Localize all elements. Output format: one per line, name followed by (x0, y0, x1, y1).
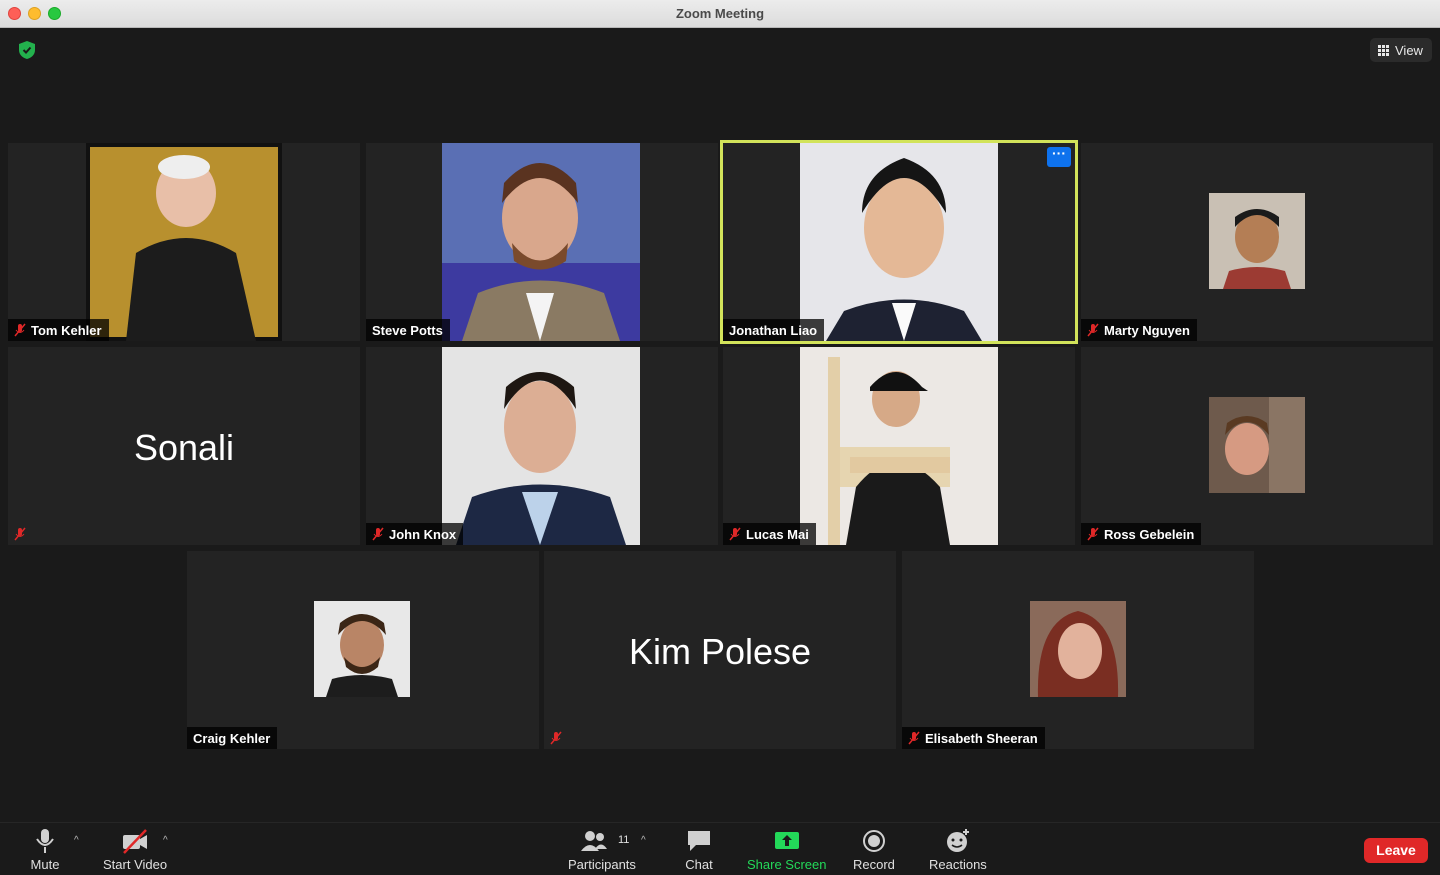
view-button[interactable]: View (1370, 38, 1432, 62)
name-tag: Ross Gebelein (1081, 523, 1202, 545)
audio-options-caret[interactable]: ^ (74, 835, 79, 846)
participant-photo (442, 347, 640, 545)
muted-mic-icon (1087, 527, 1099, 541)
participant-tile[interactable]: Elisabeth Sheeran (902, 551, 1254, 749)
encryption-shield-icon[interactable] (19, 41, 35, 59)
record-icon (862, 830, 885, 852)
record-button[interactable]: Record (853, 827, 895, 872)
muted-mic-icon (14, 323, 26, 337)
start-video-button[interactable]: Start Video (103, 827, 167, 872)
participant-display-name: Kim Polese (628, 631, 812, 672)
participant-name: John Knox (389, 526, 457, 542)
participant-tile[interactable]: Sonali (8, 347, 360, 545)
muted-mic-icon (14, 527, 26, 541)
participant-name: Jonathan Liao (729, 322, 818, 338)
emoji-reaction-icon (946, 829, 969, 852)
leave-button[interactable]: Leave (1364, 838, 1428, 863)
participant-tile[interactable]: Marty Nguyen (1081, 143, 1433, 341)
name-tag: Lucas Mai (723, 523, 816, 545)
participant-photo (1030, 601, 1126, 697)
start-video-label: Start Video (103, 857, 168, 872)
share-screen-icon (774, 832, 799, 849)
participant-tile[interactable]: Kim Polese (544, 551, 896, 749)
participant-photo (86, 143, 282, 341)
participant-tile[interactable]: Ross Gebelein (1081, 347, 1433, 545)
participants-label: Participants (568, 857, 636, 872)
grid-view-icon (1378, 44, 1389, 56)
chat-button[interactable]: Chat (684, 827, 714, 872)
title-bar: Zoom Meeting (0, 0, 1440, 28)
participant-name: Elisabeth Sheeran (925, 730, 1038, 746)
muted-mic-icon (729, 527, 741, 541)
participant-tile[interactable]: Craig Kehler (187, 551, 539, 749)
participant-photo (1209, 193, 1305, 289)
name-tag: Marty Nguyen (1081, 319, 1197, 341)
muted-mic-icon (372, 527, 384, 541)
participant-name: Steve Potts (372, 322, 443, 338)
participant-name: Lucas Mai (746, 526, 809, 542)
mute-button[interactable]: Mute (30, 827, 60, 872)
more-options-button[interactable]: ··· (1047, 146, 1071, 167)
name-tag: Tom Kehler (8, 319, 109, 341)
participant-name: Marty Nguyen (1104, 322, 1190, 338)
participants-count: 11 (618, 834, 630, 846)
participant-name: Ross Gebelein (1104, 526, 1195, 542)
participant-photo (442, 143, 640, 341)
participant-photo (800, 143, 998, 341)
participant-photo (1209, 397, 1305, 493)
participants-options-caret[interactable]: ^ (641, 835, 646, 846)
participant-display-name: Sonali (133, 427, 235, 468)
name-tag: Jonathan Liao (723, 319, 825, 341)
share-screen-button[interactable]: Share Screen (747, 827, 827, 872)
microphone-icon (36, 829, 54, 853)
name-tag (544, 727, 569, 749)
participant-tile[interactable]: Tom Kehler (8, 143, 360, 341)
participants-icon (580, 831, 607, 851)
name-tag: Elisabeth Sheeran (902, 727, 1045, 749)
participant-tile[interactable]: Steve Potts (366, 143, 718, 341)
participant-name: Tom Kehler (31, 322, 102, 338)
participant-name: Craig Kehler (193, 730, 271, 746)
name-tag: Steve Potts (366, 319, 450, 341)
participant-photo (800, 347, 998, 545)
name-tag: Craig Kehler (187, 727, 278, 749)
participant-photo (314, 601, 410, 697)
video-off-icon (123, 829, 148, 854)
reactions-label: Reactions (929, 857, 987, 872)
video-options-caret[interactable]: ^ (163, 835, 168, 846)
muted-mic-icon (550, 731, 562, 745)
participant-tile-active-speaker[interactable]: ··· Jonathan Liao (720, 140, 1078, 344)
share-screen-label: Share Screen (747, 857, 827, 872)
mute-label: Mute (30, 857, 60, 872)
participant-tile[interactable]: Lucas Mai (723, 347, 1075, 545)
record-label: Record (853, 857, 895, 872)
muted-mic-icon (908, 731, 920, 745)
meeting-area: View Tom Kehler Steve Potts ··· Jonathan… (0, 28, 1440, 822)
muted-mic-icon (1087, 323, 1099, 337)
chat-label: Chat (685, 857, 713, 872)
participant-tile[interactable]: John Knox (366, 347, 718, 545)
chat-bubble-icon (688, 831, 710, 851)
window-title: Zoom Meeting (675, 6, 765, 21)
reactions-button[interactable]: Reactions (929, 827, 987, 872)
name-tag (8, 523, 33, 545)
name-tag: John Knox (366, 523, 464, 545)
view-button-label: View (1395, 42, 1423, 58)
meeting-toolbar: Mute ^ Start Video ^ Participants 11 ^ C… (0, 822, 1440, 875)
